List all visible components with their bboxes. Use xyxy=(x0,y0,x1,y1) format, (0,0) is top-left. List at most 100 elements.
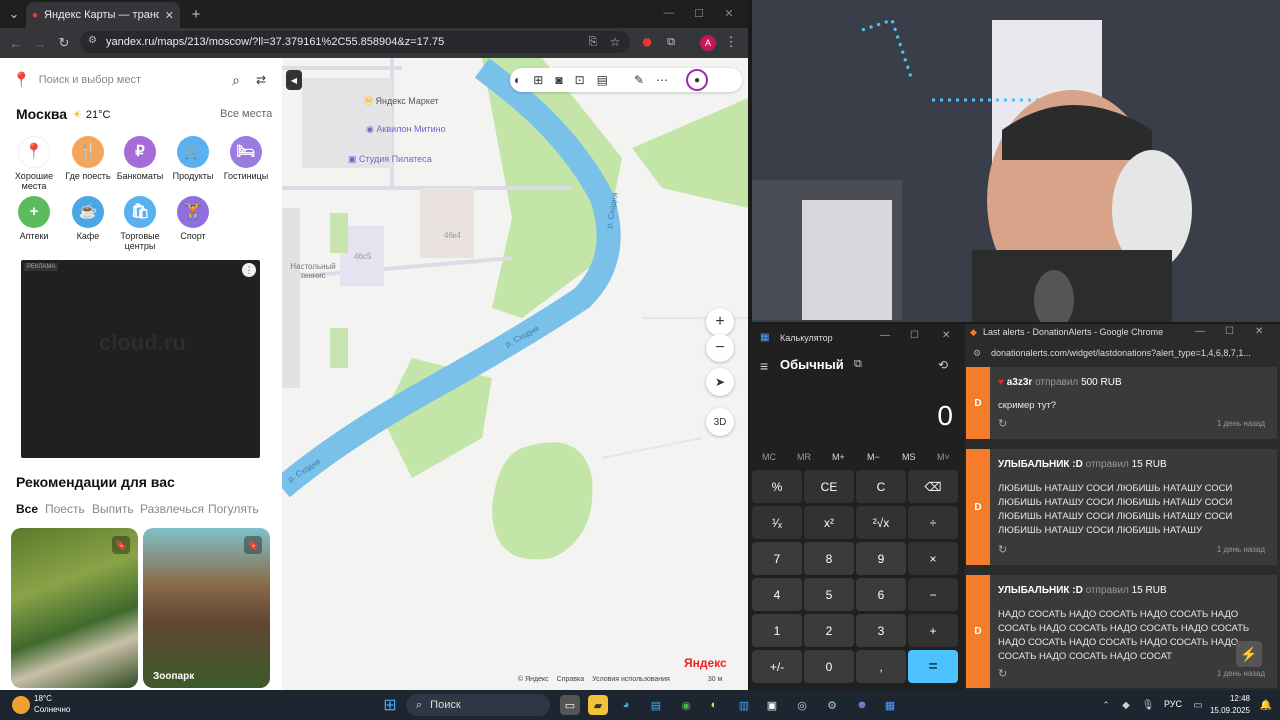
bookmark-icon[interactable]: 🔖 xyxy=(244,536,262,554)
weather-widget[interactable]: 18°C Солнечно xyxy=(34,693,70,715)
chrome-icon[interactable]: ◉ xyxy=(676,695,696,715)
rec-tab[interactable]: Выпить xyxy=(92,502,134,516)
poi-pilates[interactable]: ▣ Студия Пилатеса xyxy=(348,154,432,165)
discord-icon[interactable]: ☻ xyxy=(852,695,872,715)
install-app-icon[interactable]: ⎘ xyxy=(586,35,600,49)
category-item[interactable]: ₽ Банкоматы xyxy=(114,136,166,181)
windows-start-icon[interactable]: ⊞ xyxy=(380,695,400,715)
replay-icon[interactable]: ↻ xyxy=(998,543,1007,556)
history-icon[interactable]: ⟲ xyxy=(938,358,948,372)
search-bar[interactable]: 📍 Поиск и выбор мест ⌕ ⇄ xyxy=(12,66,266,94)
memory-button[interactable]: MR xyxy=(797,452,811,462)
maximize-icon[interactable]: ☐ xyxy=(692,6,706,20)
yandex-logo[interactable]: Яндекс xyxy=(684,656,727,670)
map-canvas[interactable]: Ⓜ Яндекс Маркет ◉ Аквилон Митино ▣ Студи… xyxy=(282,58,748,690)
tray-app-icon[interactable]: ◆ xyxy=(1116,695,1136,715)
microphone-icon[interactable]: 🎙 xyxy=(1138,695,1158,715)
calculator-taskbar-icon[interactable]: ▦ xyxy=(880,695,900,715)
minimize-icon[interactable]: — xyxy=(662,6,676,20)
file-explorer-icon[interactable]: ▰ xyxy=(588,695,608,715)
calc-key[interactable]: 1 xyxy=(752,614,802,647)
category-item[interactable]: 🍴 Где поесть xyxy=(62,136,114,181)
replay-icon[interactable]: ↻ xyxy=(998,417,1007,430)
new-tab-icon[interactable]: + xyxy=(188,6,204,23)
calc-key[interactable]: × xyxy=(908,542,958,575)
store-icon[interactable]: ▤ xyxy=(646,695,666,715)
search-icon[interactable]: ⌕ xyxy=(232,72,240,89)
zoom-out-button[interactable]: − xyxy=(706,334,734,362)
calc-key[interactable]: + xyxy=(908,614,958,647)
route-icon[interactable]: ⇄ xyxy=(256,73,266,87)
calc-key[interactable]: ÷ xyxy=(908,506,958,539)
memory-button[interactable]: M+ xyxy=(832,452,845,462)
calc-key[interactable]: 9 xyxy=(856,542,906,575)
calc-key[interactable]: 2 xyxy=(804,614,854,647)
profile-avatar[interactable]: A xyxy=(700,35,716,51)
calc-key[interactable]: % xyxy=(752,470,802,503)
calc-key[interactable]: +/- xyxy=(752,650,802,683)
bookmarks-icon[interactable]: ▤ xyxy=(597,73,608,87)
all-places-link[interactable]: Все места xyxy=(220,108,272,120)
terms-link[interactable]: Условия использования xyxy=(592,676,670,683)
stats-icon[interactable]: ▥ xyxy=(734,695,754,715)
calc-key[interactable]: − xyxy=(908,578,958,611)
poi-market[interactable]: Ⓜ Яндекс Маркет xyxy=(364,94,439,107)
city-name[interactable]: Москва xyxy=(16,106,67,122)
memory-button[interactable]: M˅ xyxy=(937,452,950,462)
more-icon[interactable]: ⋯ xyxy=(656,73,668,87)
steam-icon[interactable]: ⚙ xyxy=(822,695,842,715)
donationalerts-url[interactable]: donationalerts.com/widget/lastdonations?… xyxy=(991,348,1275,358)
obs-icon[interactable]: ◎ xyxy=(792,695,812,715)
category-item[interactable]: 🛏 Гостиницы xyxy=(220,136,272,181)
notifications-icon[interactable]: 🔔 xyxy=(1256,695,1276,715)
calc-key[interactable]: ⌫ xyxy=(908,470,958,503)
lightning-icon[interactable]: ⚡ xyxy=(1236,641,1262,667)
calc-key[interactable]: C xyxy=(856,470,906,503)
reload-icon[interactable]: ↻ xyxy=(56,35,72,51)
forward-icon[interactable]: → xyxy=(32,35,48,51)
category-item[interactable]: 🛍 Торговые центры xyxy=(114,196,166,251)
calc-key[interactable]: 5 xyxy=(804,578,854,611)
category-item[interactable]: 📍 Хорошие места xyxy=(8,136,60,191)
memory-button[interactable]: MC xyxy=(762,452,776,462)
recommendation-card[interactable]: 🔖 xyxy=(11,528,138,688)
rec-tab[interactable]: Все xyxy=(16,502,38,516)
app-icon[interactable]: ▣ xyxy=(762,695,782,715)
ad-menu-icon[interactable]: ⋮ xyxy=(242,263,256,277)
ad-banner[interactable]: РЕКЛАМА ⋮ cloud.ru xyxy=(21,260,260,458)
clock[interactable]: 12:48 15.09.2025 xyxy=(1200,693,1250,717)
back-icon[interactable]: ← xyxy=(8,35,24,51)
rec-tab[interactable]: Погулять xyxy=(208,502,259,516)
calc-key[interactable]: CE xyxy=(804,470,854,503)
ruler-icon[interactable]: ✎ xyxy=(634,73,644,87)
help-link[interactable]: Справка xyxy=(557,676,584,683)
panorama-icon[interactable]: ⊞ xyxy=(533,73,543,87)
memory-button[interactable]: MS xyxy=(902,452,916,462)
show-hidden-icons-icon[interactable]: ⌃ xyxy=(1096,695,1116,715)
calc-key[interactable]: = xyxy=(908,650,958,683)
close-window-icon[interactable]: ✕ xyxy=(722,6,736,20)
replay-icon[interactable]: ↻ xyxy=(998,667,1007,680)
minimize-icon[interactable]: — xyxy=(1195,326,1205,337)
taskbar-search[interactable]: ⌕ Поиск xyxy=(406,694,550,716)
language-indicator[interactable]: РУС xyxy=(1164,699,1182,709)
menu-kebab-icon[interactable]: ⋮ xyxy=(724,34,738,49)
task-view-icon[interactable]: ▭ xyxy=(560,695,580,715)
tab-yandex-maps[interactable]: ● Яндекс Карты — транспорт, н... ✕ xyxy=(26,2,180,28)
category-item[interactable]: ☕ Кафе xyxy=(62,196,114,241)
extensions-puzzle-icon[interactable]: ⧉ xyxy=(664,35,678,49)
calc-key[interactable]: 6 xyxy=(856,578,906,611)
poi-akvilon[interactable]: ◉ Аквилон Митино xyxy=(366,124,446,135)
transport-icon[interactable]: ⊡ xyxy=(575,73,585,87)
calc-key[interactable]: ¹⁄ₓ xyxy=(752,506,802,539)
address-bar[interactable]: ⚙ yandex.ru/maps/213/moscow/?ll=37.37916… xyxy=(80,31,630,53)
calc-key[interactable]: 0 xyxy=(804,650,854,683)
bookmark-star-icon[interactable]: ☆ xyxy=(608,35,622,49)
site-info-icon[interactable]: ⚙ xyxy=(88,35,97,46)
category-item[interactable]: 🛒 Продукты xyxy=(167,136,219,181)
bookmark-icon[interactable]: 🔖 xyxy=(112,536,130,554)
maximize-icon[interactable]: ☐ xyxy=(910,330,919,341)
yandex-music-icon[interactable]: ◐ xyxy=(704,695,724,715)
category-item[interactable]: 🏋 Спорт xyxy=(167,196,219,241)
keep-on-top-icon[interactable]: ⧉ xyxy=(854,358,862,371)
